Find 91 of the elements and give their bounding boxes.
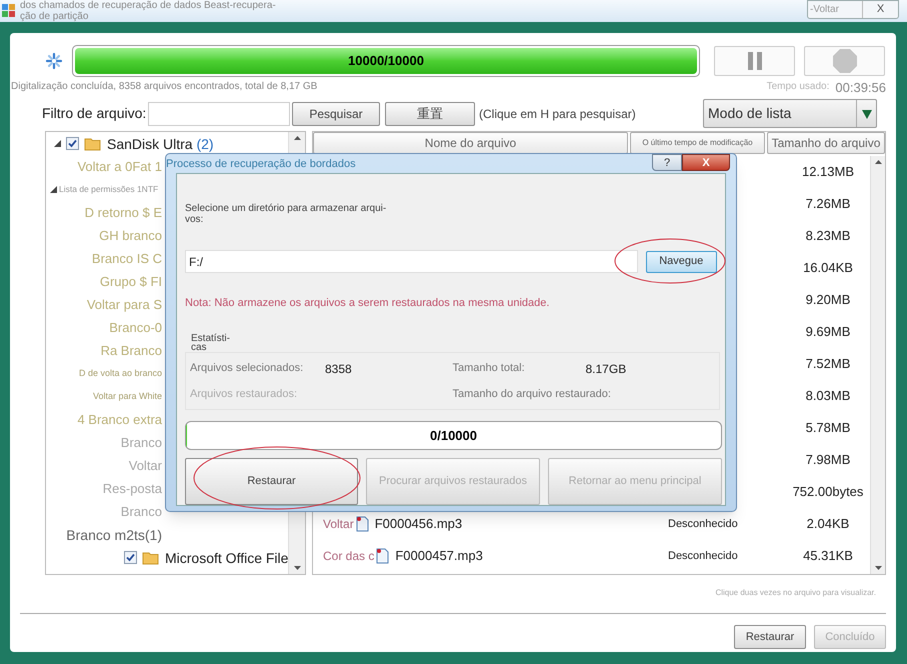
tree-item[interactable]: D retorno $ E <box>84 206 162 219</box>
tree-item[interactable]: Voltar a 0Fat 1 <box>77 160 162 173</box>
progress-text: 0/10000 <box>429 426 478 445</box>
row-tag: Cor das c <box>323 547 374 565</box>
search-button[interactable]: Pesquisar <box>292 102 380 126</box>
size-cell-text: 45.31KB <box>802 547 854 566</box>
tree-item[interactable]: GH branco <box>99 229 162 242</box>
dialog-button[interactable]: Restaurar <box>185 458 358 505</box>
stat-label: Tamanho do arquivo restaurado: <box>452 386 611 402</box>
directory-label: Selecione um diretório para armazenar arqui-vos: <box>185 203 388 225</box>
preview-hint: Clique duas vezes no arquivo para visualizar. <box>715 587 876 599</box>
app-icon <box>2 4 16 18</box>
help-button[interactable]: ? <box>652 154 682 171</box>
scroll-up-icon[interactable] <box>294 136 300 140</box>
tree-item[interactable]: Branco <box>120 436 162 449</box>
stop-octagon-icon <box>832 49 856 73</box>
size-cell-text: 5.78MB <box>804 419 852 438</box>
tree-item[interactable]: Res-posta <box>102 482 162 495</box>
tree-item[interactable]: Branco <box>120 505 162 518</box>
stat-label: Arquivos restaurados: <box>190 386 298 402</box>
tree-item[interactable]: Voltar <box>128 459 162 472</box>
tree-item[interactable]: Branco IS C <box>92 252 162 265</box>
file-name[interactable]: F0000457.mp3 <box>395 546 483 566</box>
column-header[interactable]: Tamanho do arquivo <box>767 132 885 154</box>
filter-input[interactable] <box>148 102 290 126</box>
tree-item[interactable]: SanDisk Ultra (2) <box>107 136 214 150</box>
checkbox[interactable] <box>66 137 79 150</box>
size-cell-text: 8.23MB <box>804 227 852 246</box>
directory-input[interactable]: F:/ <box>185 250 638 273</box>
reset-button[interactable]: 重置 <box>385 102 475 126</box>
file-icon <box>356 516 369 532</box>
time-label: Tempo usado: <box>766 80 830 94</box>
stats-title: Estatísti-cas <box>191 334 231 352</box>
folder-icon <box>142 550 160 564</box>
tree-item[interactable]: Lista de permissões 1NTF <box>59 183 158 196</box>
size-cell-text: 8.03MB <box>804 387 852 406</box>
tree-item[interactable]: 4 Branco extra <box>77 413 162 426</box>
column-header[interactable]: Nome do arquivo <box>313 132 628 154</box>
expand-triangle-icon[interactable] <box>54 140 61 147</box>
size-cell-text: 16.04KB <box>802 259 854 278</box>
size-cell-text: 9.20MB <box>804 291 852 310</box>
tree-item[interactable]: Branco m2ts(1) <box>66 528 162 542</box>
scroll-up-icon[interactable] <box>874 160 882 164</box>
search-hint: (Clique em H para pesquisar) <box>479 106 637 122</box>
tree-item[interactable]: Voltar para S <box>86 298 162 311</box>
tree-item[interactable]: Ra Branco <box>100 344 162 357</box>
stat-value: 8.17GB <box>586 360 626 378</box>
size-cell-text: 752.00bytes <box>792 483 864 502</box>
warning-note: Nota: Não armazene os arquivos a serem restaurados na mesma unidade. <box>185 296 550 311</box>
spinner-icon <box>44 51 64 71</box>
scrollbar[interactable] <box>870 156 885 574</box>
column-header[interactable]: O último tempo de modificação <box>630 132 765 154</box>
size-cell-text: 2.04KB <box>806 515 850 534</box>
folder-icon <box>84 136 102 150</box>
tree-item[interactable]: Branco-0 <box>109 321 162 334</box>
stat-label: Arquivos selecionados: <box>190 361 304 376</box>
file-name[interactable]: F0000456.mp3 <box>374 514 462 534</box>
dialog-title: Processo de recuperação de bordados <box>166 157 356 172</box>
size-cell-text: 9.69MB <box>804 323 852 342</box>
tree-item[interactable]: Grupo $ FI <box>100 275 162 288</box>
pause-button[interactable] <box>714 46 795 76</box>
close-button[interactable]: X <box>862 1 898 18</box>
view-mode-dropdown[interactable]: Modo de lista <box>703 99 877 128</box>
browse-button[interactable]: Navegue <box>646 250 717 272</box>
size-cell-text: 12.13MB <box>800 163 856 182</box>
footer-button[interactable]: Restaurar <box>734 625 806 649</box>
tree-item[interactable]: Voltar para White <box>92 392 162 401</box>
expand-triangle-icon[interactable] <box>50 186 57 193</box>
scroll-down-icon[interactable] <box>294 566 300 570</box>
file-icon <box>376 548 390 564</box>
size-cell-text: 7.98MB <box>804 451 852 470</box>
dropdown-triangle-icon <box>862 108 872 118</box>
stat-value: 8358 <box>325 360 352 378</box>
modified-cell-text: Desconhecido <box>668 548 739 564</box>
tree-item[interactable]: Microsoft Office File <box>165 550 288 564</box>
time-value: 00:39:56 <box>835 81 886 94</box>
back-button[interactable]: -Voltar <box>808 1 862 18</box>
scroll-down-icon[interactable] <box>874 566 882 570</box>
stat-label: Tamanho total: <box>452 361 526 376</box>
size-cell-text: 7.52MB <box>804 355 852 374</box>
tree-item[interactable]: D de volta ao branco <box>78 369 162 378</box>
filter-label: Filtro de arquivo: <box>42 104 148 123</box>
pause-icon <box>746 52 762 70</box>
checkbox[interactable] <box>124 551 137 564</box>
size-cell-text: 7.26MB <box>804 195 852 214</box>
scan-status-text: Digitalização concluída, 8358 arquivos encontrados, total de 8,17 GB <box>11 80 318 94</box>
row-tag: Voltar <box>323 515 354 533</box>
close-button[interactable]: X <box>682 154 730 171</box>
window-title: dos chamados de recuperação de dados Beast-recupera- ção de partição <box>20 0 276 22</box>
modified-cell-text: Desconhecido <box>668 516 739 532</box>
progress-text: 10000/10000 <box>347 52 425 70</box>
